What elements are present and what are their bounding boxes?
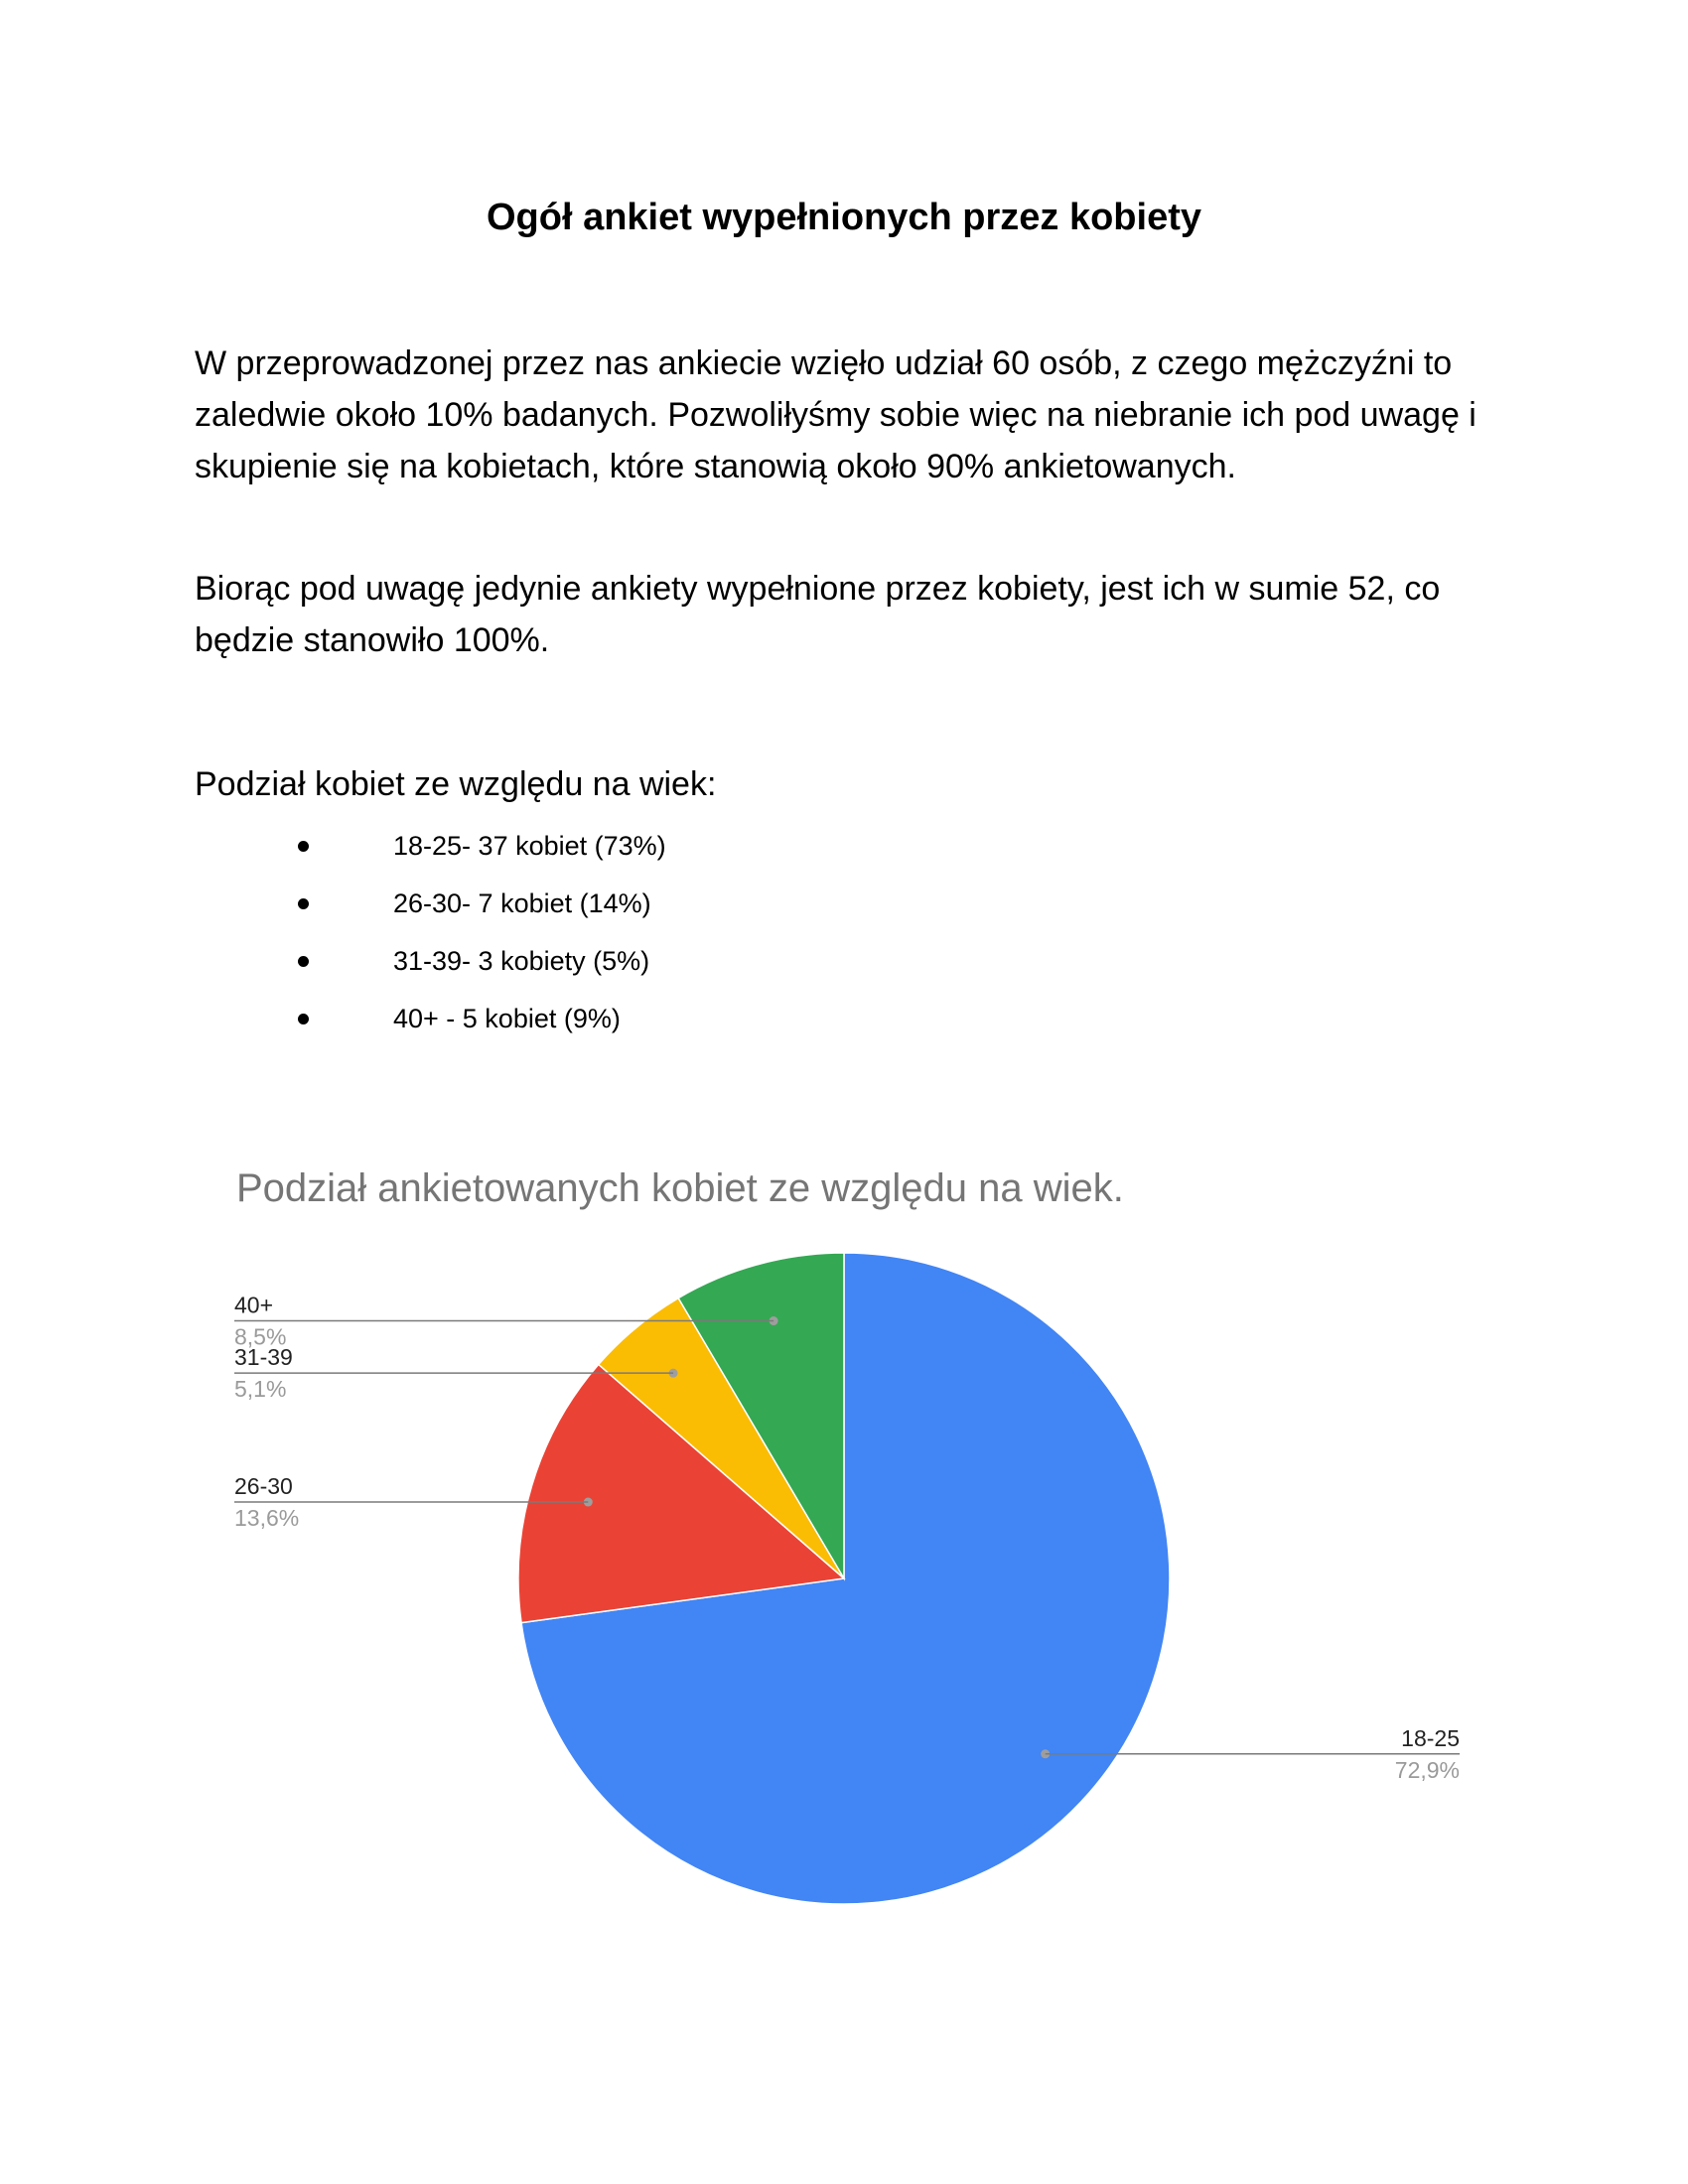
list-item: 18-25- 37 kobiet (73%) (195, 826, 666, 884)
bullet-icon (298, 841, 309, 852)
pie-chart-canvas: Podział ankietowanych kobiet ze względu … (234, 1166, 1460, 1905)
list-item-text: 18-25- 37 kobiet (73%) (393, 831, 666, 861)
list-item: 26-30- 7 kobiet (14%) (195, 884, 666, 941)
age-list-heading: Podział kobiet ze względu na wiek: (195, 765, 717, 803)
intro-paragraph: W przeprowadzonej przez nas ankiecie wzi… (195, 344, 1477, 485)
age-list: 18-25- 37 kobiet (73%) 26-30- 7 kobiet (… (195, 826, 666, 1056)
slice-value-26-30: 13,6% (234, 1505, 299, 1531)
slice-value-31-39: 5,1% (234, 1376, 286, 1402)
list-item: 31-39- 3 kobiety (5%) (195, 941, 666, 999)
age-pie-chart: Podział ankietowanych kobiet ze względu … (0, 1142, 1688, 1936)
bullet-icon (298, 898, 309, 909)
list-item-text: 26-30- 7 kobiet (14%) (393, 888, 651, 918)
slice-label-40: 40+ (234, 1293, 273, 1318)
bullet-icon (298, 1014, 309, 1024)
bullet-icon (298, 956, 309, 967)
chart-title: Podział ankietowanych kobiet ze względu … (236, 1166, 1124, 1210)
slice-value-40: 8,5% (234, 1324, 286, 1350)
slice-label-18-25: 18-25 (1401, 1725, 1460, 1751)
list-item-text: 31-39- 3 kobiety (5%) (393, 946, 650, 976)
slice-value-18-25: 72,9% (1395, 1757, 1460, 1783)
page-title: Ogół ankiet wypełnionych przez kobiety (486, 197, 1202, 238)
slice-label-26-30: 26-30 (234, 1473, 293, 1499)
list-item: 40+ - 5 kobiet (9%) (195, 999, 666, 1056)
summary-paragraph: Biorąc pod uwagę jedynie ankiety wypełni… (195, 570, 1441, 659)
list-item-text: 40+ - 5 kobiet (9%) (393, 1004, 621, 1033)
